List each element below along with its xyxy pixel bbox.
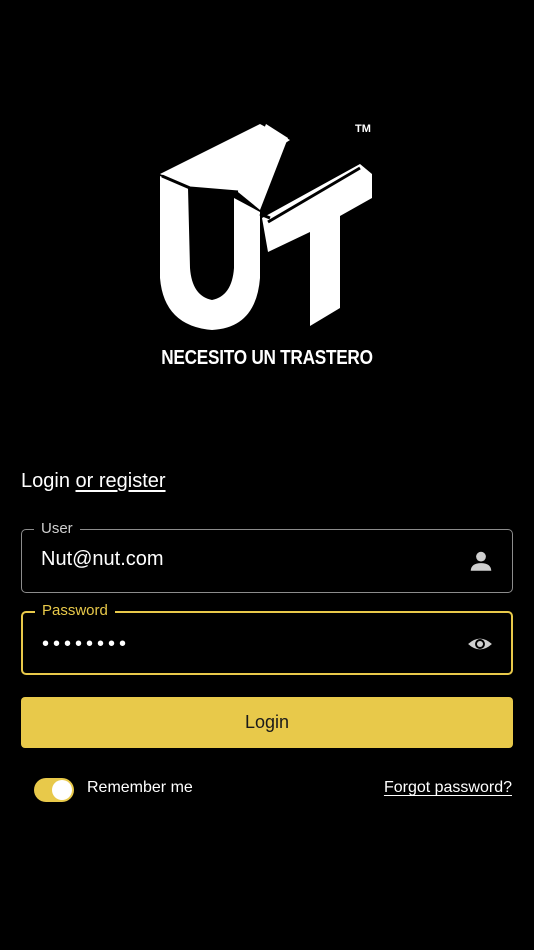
password-input[interactable]: •••••••• bbox=[42, 633, 130, 656]
remember-me-label: Remember me bbox=[87, 779, 193, 796]
user-field[interactable]: User Nut@nut.com bbox=[21, 519, 513, 593]
remember-me-toggle[interactable] bbox=[34, 778, 74, 802]
password-field-label: Password bbox=[35, 601, 115, 621]
trademark-mark: TM bbox=[355, 123, 371, 135]
login-heading-text: Login bbox=[21, 470, 70, 492]
user-field-label: User bbox=[34, 519, 80, 539]
toggle-knob bbox=[52, 780, 72, 800]
login-button[interactable]: Login bbox=[21, 697, 513, 748]
brand-tagline: NECESITO UN TRASTERO bbox=[161, 347, 373, 369]
user-input[interactable]: Nut@nut.com bbox=[41, 548, 164, 571]
eye-icon[interactable] bbox=[467, 631, 493, 657]
nut-logo-icon: TM bbox=[160, 123, 372, 330]
person-icon bbox=[470, 551, 492, 571]
forgot-password-link[interactable]: Forgot password? bbox=[384, 779, 512, 797]
password-field[interactable]: Password •••••••• bbox=[21, 601, 513, 675]
register-link[interactable]: or register bbox=[76, 470, 166, 492]
auth-heading: Login or register bbox=[21, 470, 166, 493]
